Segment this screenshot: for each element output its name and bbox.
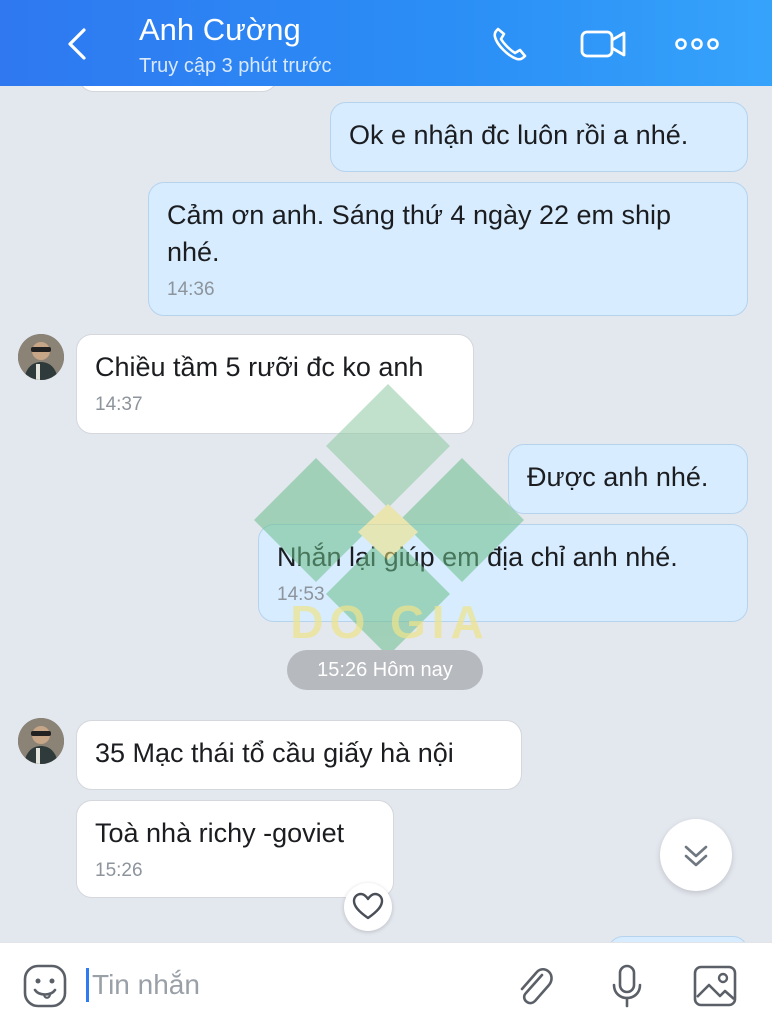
attach-file-button[interactable] xyxy=(512,963,558,1009)
video-call-button[interactable] xyxy=(578,22,630,66)
emoji-button[interactable] xyxy=(22,963,68,1009)
message-bubble-partial xyxy=(78,86,278,92)
message-text: 35 Mạc thái tổ cầu giấy hà nội xyxy=(95,738,454,768)
scroll-to-bottom-button[interactable] xyxy=(660,819,732,891)
back-icon xyxy=(68,28,86,60)
message-text: Toà nhà richy -goviet xyxy=(95,818,345,848)
back-button[interactable] xyxy=(58,22,98,66)
react-heart-button[interactable] xyxy=(344,883,392,931)
message-text: Ok e nhận đc luôn rồi a nhé. xyxy=(349,120,689,150)
contact-avatar[interactable] xyxy=(18,718,64,764)
message-text: Cảm ơn anh. Sáng thứ 4 ngày 22 em ship n… xyxy=(167,200,672,267)
image-icon xyxy=(693,965,737,1007)
heart-icon xyxy=(352,892,384,920)
video-call-icon xyxy=(580,30,626,58)
text-cursor xyxy=(86,968,89,1002)
microphone-icon xyxy=(612,964,642,1008)
message-bubble-incoming[interactable]: Chiều tầm 5 rưỡi đc ko anh 14:37 xyxy=(76,334,474,434)
emoji-icon xyxy=(23,964,67,1008)
double-chevron-down-icon xyxy=(684,845,708,867)
voice-call-button[interactable] xyxy=(488,22,532,66)
last-seen-status: Truy cập 3 phút trước xyxy=(139,55,332,77)
message-input[interactable]: Tin nhắn xyxy=(92,969,200,1001)
message-text: Được anh nhé. xyxy=(527,462,709,492)
message-bubble-outgoing[interactable]: Ok e nhận đc luôn rồi a nhé. xyxy=(330,102,748,172)
message-bubble-outgoing[interactable]: Nhắn lại giúp em địa chỉ anh nhé. 14:53 xyxy=(258,524,748,622)
message-bubble-incoming[interactable]: 35 Mạc thái tổ cầu giấy hà nội xyxy=(76,720,522,790)
voice-message-button[interactable] xyxy=(604,963,650,1009)
message-text: Chiều tầm 5 rưỡi đc ko anh xyxy=(95,352,424,382)
message-text: Nhắn lại giúp em địa chỉ anh nhé. xyxy=(277,542,678,572)
avatar-image xyxy=(18,718,64,764)
message-time: 14:37 xyxy=(95,394,143,415)
contact-name[interactable]: Anh Cường xyxy=(139,12,301,48)
message-bubble-outgoing[interactable]: Cảm ơn anh. Sáng thứ 4 ngày 22 em ship n… xyxy=(148,182,748,316)
phone-icon xyxy=(493,27,527,61)
message-time: 15:26 xyxy=(95,860,143,881)
chat-header: Anh Cường Truy cập 3 phút trước xyxy=(0,0,772,86)
more-options-button[interactable] xyxy=(672,22,722,66)
message-bubble-outgoing[interactable]: Được anh nhé. xyxy=(508,444,748,514)
attachment-icon xyxy=(520,967,553,1005)
send-image-button[interactable] xyxy=(692,963,738,1009)
message-time: 14:53 xyxy=(277,584,325,605)
message-time: 14:36 xyxy=(167,279,215,300)
date-divider: 15:26 Hôm nay xyxy=(287,650,483,690)
avatar-image xyxy=(18,334,64,380)
message-list[interactable]: Ok e nhận đc luôn rồi a nhé. Cảm ơn anh.… xyxy=(0,86,772,942)
contact-avatar[interactable] xyxy=(18,334,64,380)
more-icon xyxy=(675,38,719,50)
